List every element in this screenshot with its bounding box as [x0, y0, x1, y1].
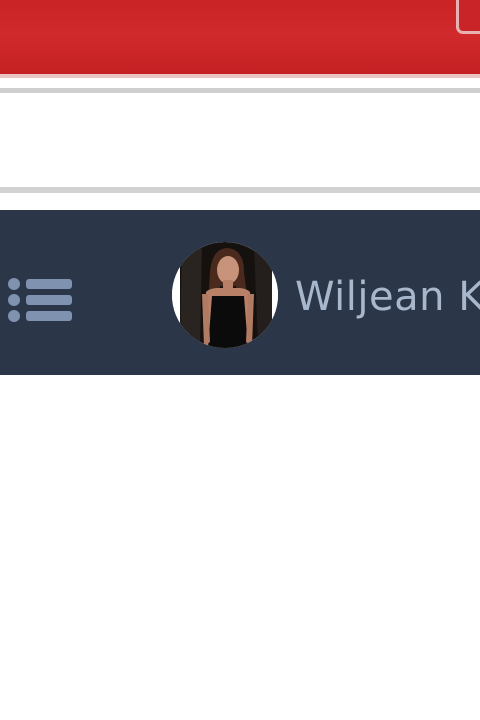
menu-line — [4, 278, 74, 290]
user-name[interactable]: Wiljean K — [295, 272, 480, 322]
menu-line — [4, 310, 74, 322]
browser-toolbar — [0, 78, 480, 210]
user-avatar[interactable] — [172, 242, 278, 348]
window-control-button[interactable] — [456, 0, 480, 34]
window-titlebar — [0, 0, 480, 78]
menu-line — [4, 294, 74, 306]
app-navbar: Wiljean K — [0, 210, 480, 375]
toolbar-top-border — [0, 88, 480, 93]
page-content — [0, 375, 480, 720]
toolbar-gap — [0, 197, 480, 210]
avatar-photo — [172, 242, 278, 348]
toolbar-bottom-border — [0, 187, 480, 193]
list-menu-icon[interactable] — [4, 272, 74, 328]
